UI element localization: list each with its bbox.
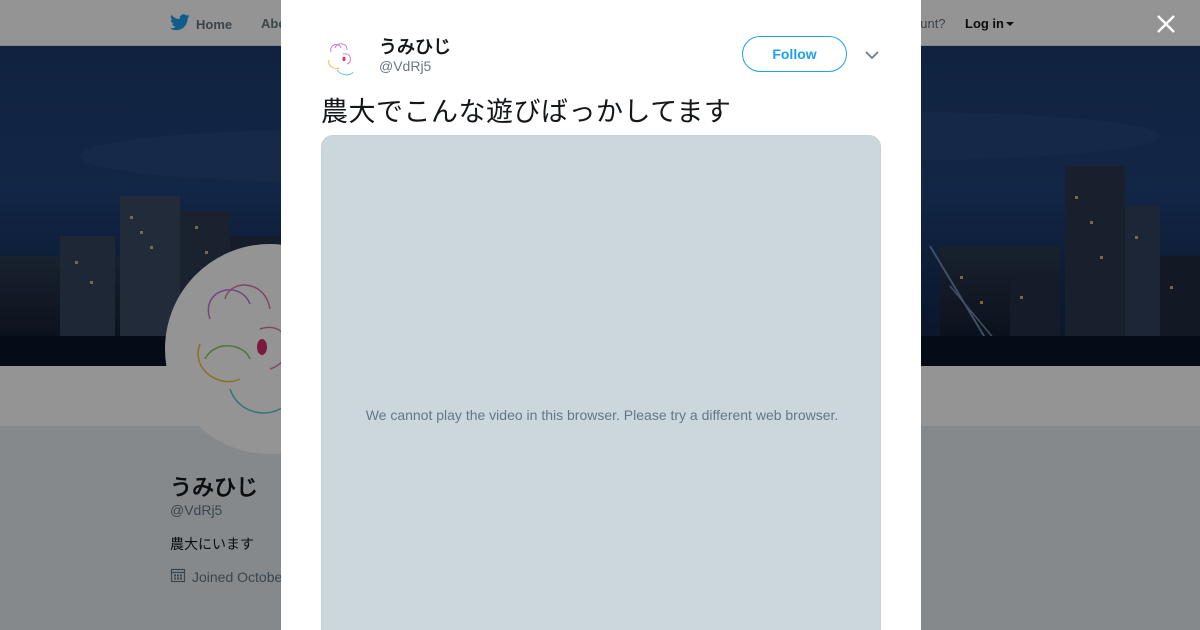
video-unsupported-message: We cannot play the video in this browser… <box>365 407 839 423</box>
video-player[interactable]: We cannot play the video in this browser… <box>321 135 881 630</box>
tweet-author-handle[interactable]: @VdRj5 <box>379 58 431 74</box>
tweet-more-button[interactable] <box>863 46 881 64</box>
chevron-down-icon <box>865 51 879 60</box>
close-icon <box>1157 15 1175 33</box>
avatar-drawing-icon <box>328 43 354 76</box>
tweet-author-avatar[interactable] <box>321 34 369 82</box>
close-button[interactable] <box>1152 10 1180 38</box>
tweet-text: 農大でこんな遊びばっかしてます <box>321 97 732 128</box>
follow-button[interactable]: Follow <box>742 36 847 72</box>
tweet-author-name[interactable]: うみひじ <box>379 33 451 59</box>
tweet-modal: うみひじ @VdRj5 Follow 農大でこんな遊びばっかしてます We ca… <box>281 0 921 630</box>
